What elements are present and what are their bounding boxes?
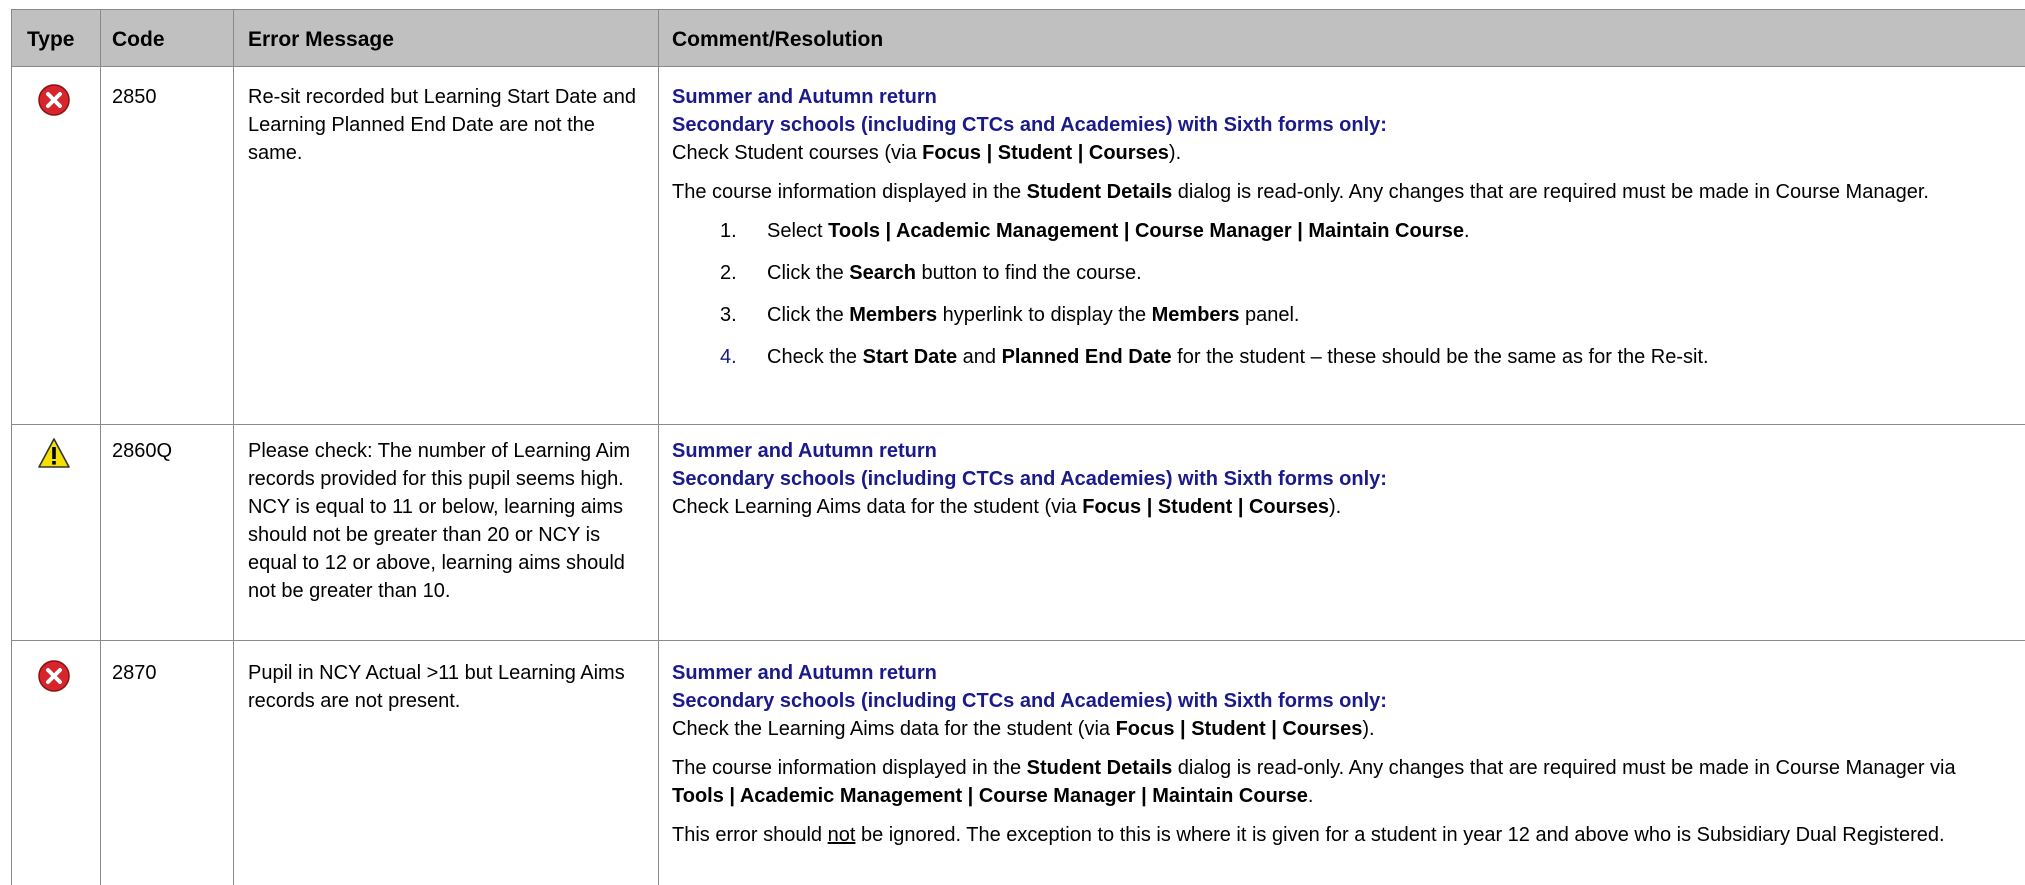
schools-heading: Secondary schools (including CTCs and Ac… bbox=[672, 114, 1387, 136]
header-error-message: Error Message bbox=[248, 28, 394, 51]
warning-icon bbox=[37, 437, 71, 471]
return-heading: Summer and Autumn return bbox=[672, 440, 937, 462]
row-code: 2870 bbox=[112, 662, 157, 684]
return-heading: Summer and Autumn return bbox=[672, 86, 937, 108]
list-item: 3. Click the Members hyperlink to display… bbox=[720, 304, 1300, 326]
error-icon bbox=[37, 83, 71, 117]
row-comment: Summer and Autumn return Secondary schoo… bbox=[672, 83, 2012, 385]
return-heading: Summer and Autumn return bbox=[672, 662, 937, 684]
list-item: 4. Check the Start Date and Planned End D… bbox=[720, 346, 1709, 368]
steps-list: 1. Select Tools | Academic Management | C… bbox=[672, 217, 2012, 385]
note-text: This error should not be ignored. The ex… bbox=[672, 824, 1945, 846]
info-text: The course information displayed in the … bbox=[672, 181, 1929, 203]
schools-heading: Secondary schools (including CTCs and Ac… bbox=[672, 468, 1387, 490]
row-error-message: Please check: The number of Learning Aim… bbox=[248, 440, 631, 602]
check-text: Check Student courses (via Focus | Stude… bbox=[672, 142, 1182, 164]
row-comment: Summer and Autumn return Secondary schoo… bbox=[672, 437, 2012, 532]
check-text: Check Learning Aims data for the student… bbox=[672, 496, 1342, 518]
info-text: The course information displayed in the … bbox=[672, 757, 1956, 807]
row-error-message: Pupil in NCY Actual >11 but Learning Aim… bbox=[248, 662, 625, 712]
row-comment: Summer and Autumn return Secondary schoo… bbox=[672, 659, 2012, 860]
error-icon bbox=[37, 659, 71, 693]
list-item: 2. Click the Search button to find the co… bbox=[720, 262, 1142, 284]
list-item: 1. Select Tools | Academic Management | C… bbox=[720, 220, 1470, 242]
schools-heading: Secondary schools (including CTCs and Ac… bbox=[672, 690, 1387, 712]
row-code: 2860Q bbox=[112, 440, 173, 462]
header-code: Code bbox=[112, 28, 165, 51]
row-error-message: Re-sit recorded but Learning Start Date … bbox=[248, 86, 636, 164]
check-text: Check the Learning Aims data for the stu… bbox=[672, 718, 1375, 740]
header-comment: Comment/Resolution bbox=[672, 28, 884, 51]
header-type: Type bbox=[27, 28, 75, 51]
row-code: 2850 bbox=[112, 86, 157, 108]
